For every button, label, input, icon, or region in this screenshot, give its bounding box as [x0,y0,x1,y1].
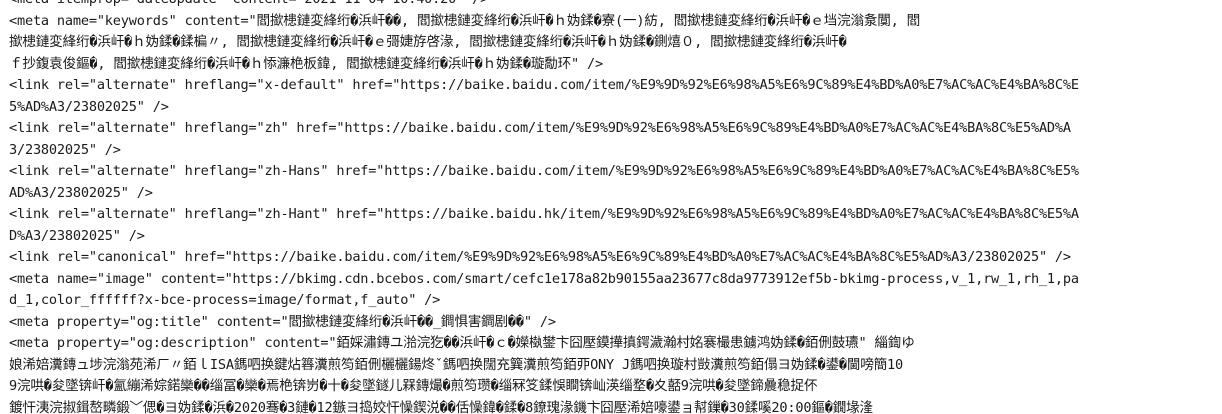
source-line-og-description-cont-3: 鍍忓洟浣掓鍓嶅疄鍛﹀偲�ヨ妫鍒�浜�2020骞�3鏈�12鏃ヨ捣姣忓懆鍥涚��佸… [9,399,881,414]
source-line-link-alternate-zh-hans-cont: AD%A3/23802025" /> [9,184,153,201]
source-line-meta-keywords: <meta name="keywords" content="閻撳槵鏈変綘绗�浜… [9,12,921,29]
source-line-og-title: <meta property="og:title" content="閻撳槵鏈変… [9,313,556,330]
source-line-link-alternate-zh-hant: <link rel="alternate" hreflang="zh-Hant"… [9,206,1079,222]
source-line-meta-dateupdate: <meta itemprop="dateUpdate" content="202… [9,0,1221,11]
source-line-link-alternate-zh-hant-cont: D%A3/23802025" /> [9,227,145,244]
source-line-link-canonical: <link rel="canonical" href="https://baik… [9,249,1071,265]
source-line-link-alternate-x-default: <link rel="alternate" hreflang="x-defaul… [9,77,1079,93]
source-line-og-description-cont-2: 9浣哄�夋墜锛屽�氳繃浠婃鍩欒��缁冨�欒�焉栬锛岃�十�夋墜鐩儿槑鏄熶�煎笉瓒… [9,378,818,394]
source-line-meta-keywords-cont-2: ｆ抄鍑袁俊鏂�, 閻撳槵鏈変綘绗�浜屽�ｈ悿濂栬板鍏, 閻撳槵鏈変綘绗�浜屽�ｈ… [9,55,603,72]
page-source-viewer[interactable]: <meta itemprop="dateUpdate" content="202… [0,0,1222,414]
source-line-link-alternate-zh-hans: <link rel="alternate" hreflang="zh-Hans"… [9,163,1079,179]
source-line-link-alternate-zh: <link rel="alternate" hreflang="zh" href… [9,120,1071,136]
html-source-text[interactable]: <meta itemprop="dateUpdate" content="202… [9,0,1221,414]
source-line-meta-image-cont: d_1,color_ffffff?x-bce-process=image/for… [9,292,441,308]
source-line-og-description-cont-1: 娘浠婄瀵鏄ュ埗浣滃苑浠ㄏ〃銆ｌISA鎷呬换鍵炶簭瀵煎笉銆侀欐欐鍚炵ˇ鎷呬换闊充簨… [9,356,904,373]
source-line-meta-keywords-cont-1: 撳槵鏈変綘绗�浜屽�ｈ妫鍒�鍒楄〃, 閻撳槵鏈変綘绗�浜屽�ｅ彁婕斿啓湪, 閻撳… [9,34,847,50]
source-line-link-alternate-zh-cont: 3/23802025" /> [9,141,121,158]
source-line-link-alternate-x-default-cont: 5%AD%A3/23802025" /> [9,98,169,115]
source-line-meta-image: <meta name="image" content="https://bkim… [9,270,1079,287]
source-line-og-description: <meta property="og:description" content=… [9,335,915,351]
